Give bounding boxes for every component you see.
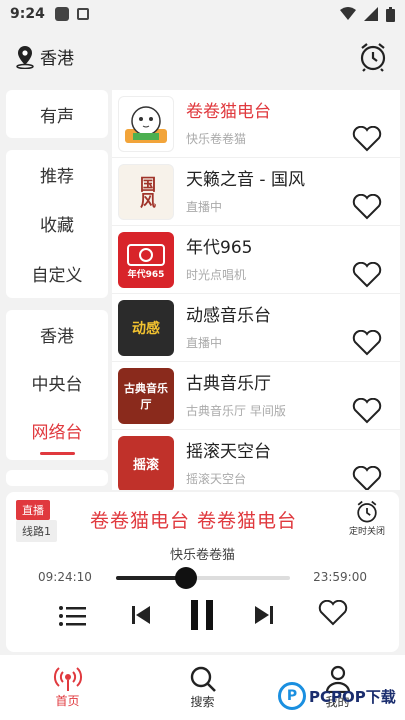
- cat-logo-icon: [125, 105, 167, 143]
- live-badge: 直播: [16, 500, 50, 520]
- station-logo: 国风: [118, 163, 174, 220]
- station-row[interactable]: 年代965 年代965 时光点唱机: [112, 226, 400, 294]
- watermark-text: PCPOP下载: [309, 687, 396, 706]
- sidebar-group-more: [6, 470, 108, 486]
- signal-icon: [364, 7, 378, 21]
- sidebar-item-audio[interactable]: 有声: [40, 102, 74, 127]
- status-time: 9:24: [10, 6, 45, 22]
- notification-icon: [54, 7, 69, 21]
- alarm-clock-icon: [360, 43, 386, 72]
- station-logo: 年代965: [118, 231, 174, 288]
- station-list: 卷卷猫电台 快乐卷卷猫 国风 天籁之音 - 国风 直播中 年代965 年代965 时光…: [112, 90, 400, 490]
- tab-home[interactable]: 首页: [0, 655, 135, 720]
- favorite-heart-icon[interactable]: [352, 262, 382, 288]
- progress-knob[interactable]: [174, 567, 197, 589]
- sidebar-item-recommend[interactable]: 推荐: [40, 162, 74, 187]
- station-name: 古典音乐厅: [186, 374, 271, 394]
- progress-slider[interactable]: [116, 567, 290, 589]
- watermark: P PCPOP下载: [278, 682, 396, 710]
- player-panel: 直播 线路1 卷卷猫电台 卷卷猫电台 定时关闭 快乐卷卷猫 09:24:10 2…: [6, 492, 399, 652]
- player-controls: [6, 596, 399, 636]
- sidebar-item-custom[interactable]: 自定义: [32, 261, 83, 286]
- location-selector[interactable]: 香港: [14, 44, 74, 69]
- station-name: 年代965: [186, 238, 253, 258]
- station-logo: 摇滚: [118, 435, 174, 490]
- station-logo: 动感: [118, 299, 174, 356]
- station-row[interactable]: 摇滚 摇滚天空台 摇滚天空台: [112, 430, 400, 490]
- station-name: 摇滚天空台: [186, 442, 271, 462]
- favorite-heart-icon[interactable]: [318, 600, 348, 626]
- station-row[interactable]: 卷卷猫电台 快乐卷卷猫: [112, 90, 400, 158]
- alarm-clock-icon: [357, 500, 377, 523]
- location-pin-icon: [16, 45, 34, 69]
- app-notification-icon: [76, 8, 89, 20]
- wifi-icon: [340, 7, 356, 20]
- favorite-heart-icon[interactable]: [352, 194, 382, 220]
- sidebar-item-favorites[interactable]: 收藏: [40, 211, 74, 236]
- station-logo: [118, 95, 174, 152]
- favorite-heart-icon[interactable]: [352, 330, 382, 356]
- search-icon: [190, 666, 216, 692]
- playlist-icon[interactable]: [58, 604, 86, 628]
- station-logo-text: 摇滚: [132, 458, 159, 473]
- station-logo-text: 国风: [137, 175, 156, 208]
- sidebar-group-regions: 香港 中央台 网络台: [6, 310, 108, 460]
- station-logo-text: 动感: [132, 320, 160, 337]
- sleep-timer-label: 定时关闭: [348, 527, 385, 537]
- favorite-heart-icon[interactable]: [352, 398, 382, 424]
- battery-icon: [386, 6, 395, 22]
- radio-logo-icon: [127, 244, 165, 266]
- sidebar-group-lists: 推荐 收藏 自定义: [6, 150, 108, 298]
- current-time: 09:24:10: [38, 570, 92, 584]
- line-selector[interactable]: 线路1: [16, 520, 57, 542]
- tab-search-label: 搜索: [190, 695, 215, 709]
- sleep-timer-button[interactable]: 定时关闭: [349, 500, 385, 537]
- station-logo-text: 古典音乐厅: [124, 381, 168, 411]
- status-bar: 9:24: [0, 0, 405, 28]
- broadcast-icon: [53, 667, 82, 691]
- sidebar-item-cctv[interactable]: 中央台: [32, 370, 83, 395]
- location-label: 香港: [40, 49, 74, 69]
- tab-search[interactable]: 搜索: [135, 655, 270, 720]
- favorite-heart-icon[interactable]: [352, 126, 382, 152]
- station-logo-text: 年代965: [127, 270, 165, 280]
- station-logo: 古典音乐厅: [118, 367, 174, 424]
- tab-home-label: 首页: [55, 694, 80, 708]
- station-row[interactable]: 古典音乐厅 古典音乐厅 古典音乐厅 早间版: [112, 362, 400, 430]
- station-name: 天籁之音 - 国风: [186, 170, 305, 190]
- now-playing-subtitle: 快乐卷卷猫: [169, 548, 235, 563]
- sidebar-group-audio: 有声: [6, 90, 108, 138]
- sidebar-item-hongkong[interactable]: 香港: [40, 322, 74, 347]
- end-time: 23:59:00: [313, 570, 367, 584]
- header: 香港: [0, 28, 405, 88]
- favorite-heart-icon[interactable]: [352, 466, 382, 490]
- now-playing-title: 卷卷猫电台 卷卷猫电台: [90, 510, 298, 532]
- previous-icon[interactable]: [132, 604, 152, 626]
- sidebar-item-network[interactable]: 网络台: [32, 418, 83, 455]
- next-icon[interactable]: [253, 604, 273, 626]
- station-name: 动感音乐台: [186, 306, 271, 326]
- watermark-logo: P: [278, 682, 306, 710]
- alarm-button[interactable]: [359, 42, 387, 76]
- station-row[interactable]: 动感 动感音乐台 直播中: [112, 294, 400, 362]
- pause-icon[interactable]: [189, 600, 215, 630]
- station-name: 卷卷猫电台: [186, 102, 271, 122]
- station-row[interactable]: 国风 天籁之音 - 国风 直播中: [112, 158, 400, 226]
